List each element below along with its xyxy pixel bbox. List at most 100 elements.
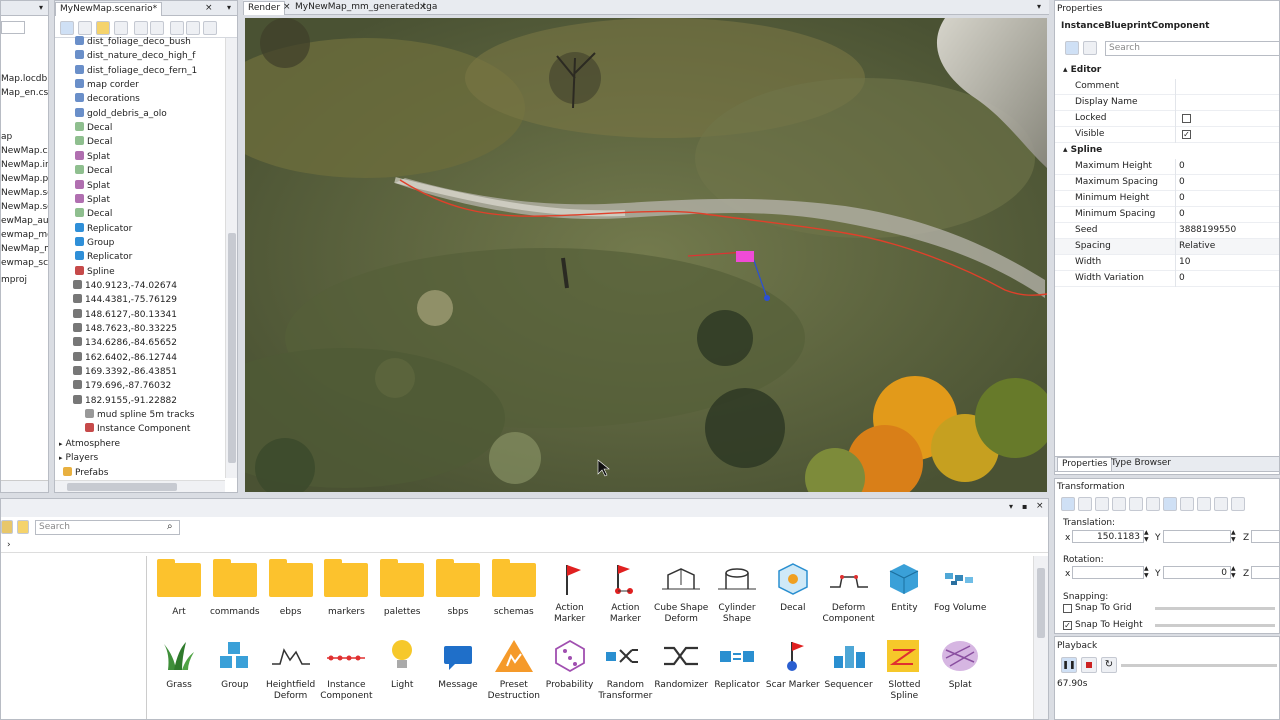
folder-icon[interactable] xyxy=(17,520,29,534)
asset-item[interactable]: Heightfield Deform xyxy=(263,636,319,702)
pin-icon[interactable]: ▾ xyxy=(1009,502,1013,511)
asset-item[interactable]: Replicator xyxy=(709,636,765,691)
asset-search-input[interactable]: Search xyxy=(35,520,180,535)
scrollbar-thumb[interactable] xyxy=(67,483,177,491)
tree-row[interactable]: 169.3392,-86.43851 xyxy=(73,365,177,379)
asset-item[interactable]: Splat xyxy=(932,636,988,691)
dock-icon[interactable]: ▪ xyxy=(1022,502,1027,511)
tree-row[interactable]: mud spline 5m tracks xyxy=(85,408,195,422)
asset-item[interactable]: Preset Destruction xyxy=(486,636,542,702)
tree-row[interactable]: 144.4381,-75.76129 xyxy=(73,293,177,307)
breadcrumb-separator[interactable]: › xyxy=(7,540,11,550)
folder-icon[interactable] xyxy=(96,21,110,35)
file-list-item[interactable]: ap xyxy=(1,130,12,144)
refresh-icon[interactable] xyxy=(203,21,217,35)
translation-x-input[interactable]: 150.1183 xyxy=(1072,530,1144,543)
asset-item[interactable]: schemas xyxy=(486,559,542,618)
asset-item[interactable]: Group xyxy=(207,636,263,691)
close-icon[interactable]: × xyxy=(283,2,291,12)
rotate-icon[interactable] xyxy=(1078,497,1092,511)
file-list-item[interactable]: NewMap.sce xyxy=(1,200,48,214)
file-list-item[interactable]: ewMap_aur xyxy=(1,214,48,228)
asset-item[interactable]: Decal xyxy=(765,559,821,614)
asset-item[interactable]: markers xyxy=(318,559,374,618)
tab-type-browser[interactable]: Type Browser xyxy=(1107,457,1175,471)
asset-item[interactable]: Message xyxy=(430,636,486,691)
asset-item[interactable]: Entity xyxy=(876,559,932,614)
scrollbar-thumb[interactable] xyxy=(228,233,236,463)
translation-z-input[interactable] xyxy=(1251,530,1279,543)
palette-icon[interactable] xyxy=(1,520,13,534)
tree-row[interactable]: dist_nature_deco_high_f xyxy=(75,49,195,63)
tree-row[interactable]: 148.6127,-80.13341 xyxy=(73,308,177,322)
asset-item[interactable]: Random Transformer xyxy=(597,636,653,702)
tab-render[interactable]: Render xyxy=(243,1,286,15)
tab-scenario[interactable]: MyNewMap.scenario* xyxy=(55,2,163,16)
asset-item[interactable]: commands xyxy=(207,559,263,618)
snap-to-height-checkbox[interactable]: ✓ xyxy=(1063,621,1072,630)
horizontal-scrollbar[interactable] xyxy=(55,480,225,492)
tree-row[interactable]: Replicator xyxy=(75,222,132,236)
rotation-z-input[interactable] xyxy=(1251,566,1279,579)
file-list-item[interactable]: NewMap.sce xyxy=(1,186,48,200)
tree-row[interactable]: decorations xyxy=(75,92,140,106)
filter-icon[interactable] xyxy=(114,21,128,35)
asset-item[interactable]: Cube Shape Deform xyxy=(653,559,709,625)
property-value[interactable]: 0 xyxy=(1179,177,1185,187)
vertical-scrollbar[interactable] xyxy=(225,38,237,478)
tree-row[interactable]: ▸ Atmosphere xyxy=(59,437,120,451)
asset-item[interactable]: Scar Marker xyxy=(765,636,821,691)
tree-row[interactable]: 148.7623,-80.33225 xyxy=(73,322,177,336)
stepper-icon[interactable]: ▲ ▼ xyxy=(1231,529,1236,543)
stepper-icon[interactable]: ▲ ▼ xyxy=(1144,565,1149,579)
tab-properties[interactable]: Properties xyxy=(1057,457,1113,471)
stepper-icon[interactable]: ▲ ▼ xyxy=(1231,565,1236,579)
chevron-down-icon[interactable]: ▾ xyxy=(39,3,43,12)
expand-icon[interactable] xyxy=(1231,497,1245,511)
tree-row[interactable]: dist_foliage_deco_bush xyxy=(75,35,191,49)
asset-item[interactable]: Randomizer xyxy=(653,636,709,691)
tree-row[interactable]: Decal xyxy=(75,207,112,221)
tree-row[interactable]: 179.696,-87.76032 xyxy=(73,379,171,393)
snap-to-grid-checkbox[interactable] xyxy=(1063,604,1072,613)
sort-alpha-icon[interactable] xyxy=(1083,41,1097,55)
render-viewport[interactable] xyxy=(245,18,1047,492)
property-group-header[interactable]: ▴ Editor xyxy=(1063,65,1101,75)
asset-item[interactable]: Instance Component xyxy=(318,636,374,702)
property-value[interactable]: 0 xyxy=(1179,161,1185,171)
tree-row[interactable]: Decal xyxy=(75,135,112,149)
tree-row[interactable]: Instance Component xyxy=(85,422,190,436)
property-value[interactable]: 3888199550 xyxy=(1179,225,1236,235)
file-list-item[interactable]: ewmap_mo xyxy=(1,228,48,242)
file-list-item[interactable]: ewmap_sct xyxy=(1,256,48,270)
close-icon[interactable]: × xyxy=(1036,501,1044,511)
tree-row[interactable]: gold_debris_a_olo xyxy=(75,107,167,121)
scrollbar-thumb[interactable] xyxy=(1037,568,1045,638)
brush-icon[interactable] xyxy=(134,21,148,35)
asset-item[interactable]: Cylinder Shape xyxy=(709,559,765,625)
rotation-y-input[interactable]: 0 xyxy=(1163,566,1231,579)
chevron-down-icon[interactable]: ▾ xyxy=(1037,2,1041,11)
close-icon[interactable]: × xyxy=(205,3,213,13)
chevron-down-icon[interactable]: ▾ xyxy=(227,3,231,12)
rotation-x-input[interactable] xyxy=(1072,566,1144,579)
file-list-item[interactable]: Map_en.csv xyxy=(1,86,48,100)
tree-row[interactable]: ▸ Players xyxy=(59,451,98,465)
asset-item[interactable]: Light xyxy=(374,636,430,691)
import-icon[interactable] xyxy=(186,21,200,35)
grid-icon[interactable] xyxy=(78,21,92,35)
expand-arrow-icon[interactable]: ▸ xyxy=(59,454,63,462)
pivot-icon[interactable] xyxy=(1112,497,1126,511)
asset-item[interactable]: Sequencer xyxy=(821,636,877,691)
asset-item[interactable]: Art xyxy=(151,559,207,618)
tree-row[interactable]: 162.6402,-86.12744 xyxy=(73,351,177,365)
tree-row[interactable]: Replicator xyxy=(75,250,132,264)
tree-row[interactable]: Splat xyxy=(75,193,110,207)
snap-height-slider[interactable] xyxy=(1155,624,1275,627)
translation-y-input[interactable] xyxy=(1163,530,1231,543)
stop-icon[interactable] xyxy=(1081,657,1097,673)
tree-row[interactable]: 182.9155,-91.22882 xyxy=(73,394,177,408)
file-list-item[interactable]: NewMap.cxc xyxy=(1,144,48,158)
tree-row[interactable]: Decal xyxy=(75,164,112,178)
tree-row[interactable]: dist_foliage_deco_fern_1 xyxy=(75,64,197,78)
